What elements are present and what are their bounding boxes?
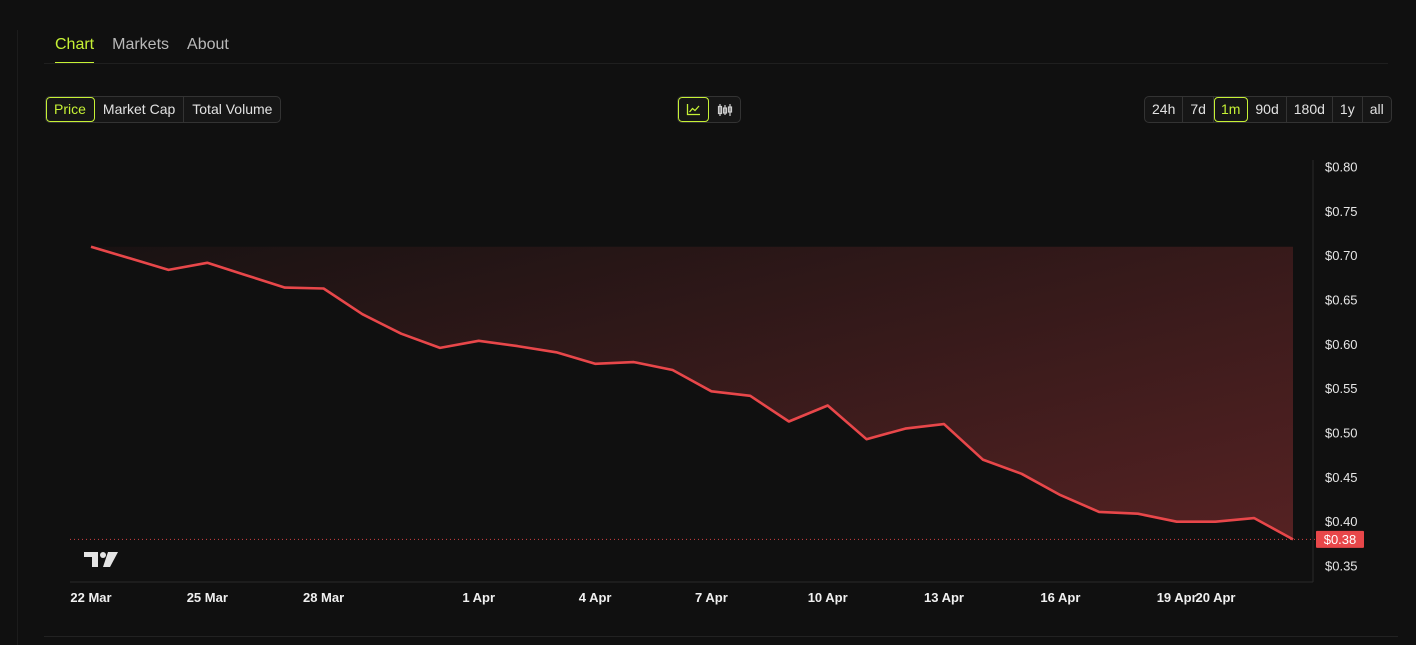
top-tabs: Chart Markets About (55, 36, 229, 64)
range-all-button[interactable]: all (1363, 97, 1391, 122)
x-tick-label: 1 Apr (462, 590, 495, 605)
tabs-divider (44, 63, 1388, 64)
x-tick-label: 22 Mar (70, 590, 111, 605)
tab-about[interactable]: About (187, 36, 229, 64)
range-24h-button[interactable]: 24h (1145, 97, 1184, 122)
y-tick-label: $0.75 (1325, 204, 1358, 219)
y-tick-label: $0.70 (1325, 248, 1358, 263)
price-button[interactable]: Price (46, 97, 95, 122)
x-tick-label: 7 Apr (695, 590, 728, 605)
total-volume-button[interactable]: Total Volume (184, 97, 280, 122)
x-tick-label: 16 Apr (1040, 590, 1080, 605)
y-tick-label: $0.55 (1325, 381, 1358, 396)
x-tick-label: 13 Apr (924, 590, 964, 605)
range-90d-button[interactable]: 90d (1248, 97, 1287, 122)
line-chart-icon (686, 104, 700, 116)
tab-markets[interactable]: Markets (112, 36, 169, 64)
price-chart[interactable]: $0.80 $0.75 $0.70 $0.65 $0.60 $0.55 $0.50 $0.45… (0, 140, 1416, 620)
x-tick-label: 25 Mar (187, 590, 228, 605)
y-tick-label: $0.80 (1325, 160, 1358, 175)
range-180d-button[interactable]: 180d (1287, 97, 1333, 122)
chart-type-selector (677, 96, 741, 123)
y-tick-label: $0.65 (1325, 293, 1358, 308)
range-1m-button[interactable]: 1m (1213, 97, 1249, 122)
y-tick-label: $0.60 (1325, 337, 1358, 352)
market-cap-button[interactable]: Market Cap (95, 97, 185, 122)
x-tick-label: 28 Mar (303, 590, 344, 605)
line-chart-button[interactable] (678, 97, 709, 122)
price-area-fill (91, 246, 1293, 540)
x-tick-label: 10 Apr (808, 590, 848, 605)
tab-chart[interactable]: Chart (55, 36, 95, 64)
tradingview-logo (84, 552, 118, 567)
candlestick-button[interactable] (709, 97, 740, 122)
y-tick-label: $0.50 (1325, 426, 1358, 441)
x-tick-label: 4 Apr (579, 590, 612, 605)
coin-price-panel: Chart Markets About Price Market Cap Tot… (0, 0, 1416, 645)
x-tick-label: 20 Apr (1196, 590, 1236, 605)
bottom-divider (44, 636, 1398, 637)
time-range-selector: 24h 7d 1m 90d 180d 1y all (1144, 96, 1392, 123)
y-tick-label: $0.40 (1325, 514, 1358, 529)
range-7d-button[interactable]: 7d (1183, 97, 1214, 122)
metric-selector: Price Market Cap Total Volume (45, 96, 282, 123)
last-price-label: $0.38 (1324, 532, 1357, 547)
y-tick-label: $0.45 (1325, 470, 1358, 485)
candlestick-icon (717, 103, 732, 116)
x-tick-label: 19 Apr (1157, 590, 1197, 605)
y-tick-label: $0.35 (1325, 559, 1358, 574)
range-1y-button[interactable]: 1y (1333, 97, 1363, 122)
